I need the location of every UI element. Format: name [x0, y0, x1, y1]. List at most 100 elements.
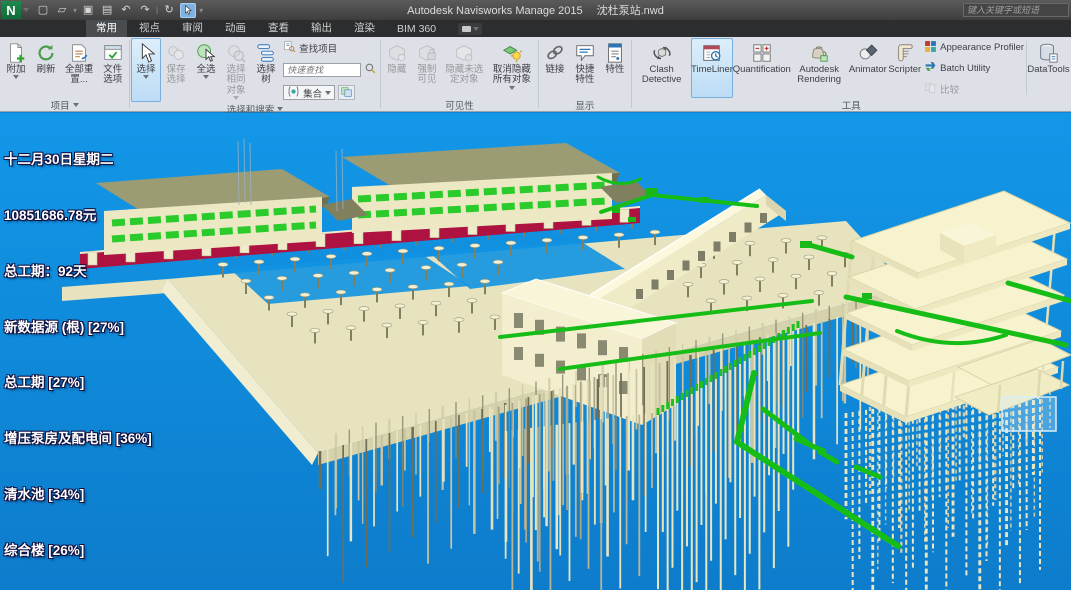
clash-detective-icon: [651, 40, 673, 64]
title-bar: N ▢ ▱ ▾ ▣ ▤ ↶ ↷ | ↻ ▾ Autodesk Naviswork…: [0, 0, 1071, 20]
tab-view[interactable]: 查看: [258, 18, 299, 37]
refresh-button[interactable]: 刷新: [31, 38, 61, 98]
timeliner-icon: [701, 40, 723, 64]
timeliner-label: TimeLiner: [691, 65, 733, 75]
navisworks-logo: N: [6, 3, 15, 18]
append-button[interactable]: 附加: [1, 38, 31, 98]
group-label-tools: 工具: [632, 98, 1071, 111]
select-all-button[interactable]: 全选: [191, 38, 221, 102]
hide-unselected-icon: [453, 40, 475, 64]
hide-unselected-label: 隐藏未选定对象: [445, 65, 484, 86]
group-label-display: 显示: [539, 98, 631, 111]
group-label-project[interactable]: 项目: [0, 98, 129, 111]
reset-all-button[interactable]: 全部重置...: [61, 38, 97, 98]
qat-customize-arrow-icon[interactable]: ▾: [199, 6, 203, 15]
refresh-qat-icon[interactable]: ↻: [161, 3, 177, 18]
unhide-all-label: 取消隐藏所有对象: [490, 65, 534, 86]
quantification-button[interactable]: Quantification: [733, 38, 790, 98]
overlay-task: 总工期 [27%]: [4, 374, 250, 393]
clash-detective-button[interactable]: Clash Detective: [633, 38, 691, 98]
scripter-icon: [894, 40, 916, 64]
ribbon-group-display: 链接 快捷特性 特性 显示: [539, 37, 631, 111]
save-selection-button: 保存选择: [161, 38, 191, 102]
selection-tree-label: 选择树: [254, 65, 278, 86]
tab-bim360[interactable]: BIM 360: [387, 21, 446, 37]
datatools-button[interactable]: DataTools: [1027, 38, 1070, 98]
tab-render[interactable]: 渲染: [344, 18, 385, 37]
append-arrow-icon: [13, 75, 19, 79]
quick-access-toolbar: ▢ ▱ ▾ ▣ ▤ ↶ ↷ | ↻ ▾: [35, 3, 203, 18]
compare-button: 比较: [924, 81, 1024, 96]
animator-button[interactable]: Animator: [848, 38, 887, 98]
select-all-icon: [195, 40, 217, 64]
open-file-icon[interactable]: ▱: [54, 3, 70, 18]
properties-button[interactable]: 特性: [600, 38, 630, 98]
scripter-button[interactable]: Scripter: [887, 38, 922, 98]
overlay-cost: 10851686.78元: [4, 207, 250, 226]
find-items-label: 查找项目: [299, 41, 337, 55]
help-search-input[interactable]: [963, 3, 1069, 17]
file-options-icon: [102, 40, 124, 64]
overlay-date: 十二月30日星期二: [4, 151, 250, 170]
application-menu-button[interactable]: N: [1, 1, 21, 19]
timeliner-button[interactable]: TimeLiner: [691, 38, 734, 98]
tab-viewpoint[interactable]: 视点: [129, 18, 170, 37]
quick-find-search-icon[interactable]: [364, 62, 377, 78]
print-icon[interactable]: ▤: [99, 3, 115, 18]
batch-utility-label: Batch Utility: [940, 63, 990, 74]
append-label: 附加: [6, 65, 25, 75]
select-button[interactable]: 选择: [131, 38, 161, 102]
select-label: 选择: [137, 65, 156, 75]
autodesk-rendering-label: Autodesk Rendering: [793, 65, 845, 86]
glass-box[interactable]: [1002, 397, 1056, 431]
save-icon[interactable]: ▣: [80, 3, 96, 18]
reset-all-icon: [68, 40, 90, 64]
file-options-button[interactable]: 文件选项: [97, 38, 128, 98]
appearance-profiler-label: Appearance Profiler: [940, 42, 1024, 53]
select-same-label: 选择相同对象: [224, 65, 248, 96]
unhide-all-button[interactable]: 取消隐藏所有对象: [487, 38, 537, 98]
clash-detective-label: Clash Detective: [636, 65, 688, 86]
unhide-all-icon: [501, 40, 523, 64]
qat-dropdown-arrow-icon[interactable]: ▾: [73, 6, 77, 15]
appearance-profiler-button[interactable]: Appearance Profiler: [924, 40, 1024, 55]
select-cursor-icon[interactable]: [180, 3, 196, 18]
hide-icon: [386, 40, 408, 64]
require-icon: [416, 40, 438, 64]
redo-icon[interactable]: ↷: [137, 3, 153, 18]
sets-manage-button[interactable]: [338, 85, 355, 100]
new-file-icon[interactable]: ▢: [35, 3, 51, 18]
sets-label: 集合: [303, 86, 322, 100]
refresh-label: 刷新: [36, 65, 55, 75]
media-tools-icon[interactable]: [458, 23, 482, 35]
tab-output[interactable]: 输出: [301, 18, 342, 37]
selection-tree-button[interactable]: 选择树: [251, 38, 281, 102]
undo-icon[interactable]: ↶: [118, 3, 134, 18]
require-label: 强制可见: [415, 65, 439, 86]
app-menu-arrow-icon[interactable]: [23, 8, 29, 12]
overlay-task: 清水池 [34%]: [4, 486, 250, 505]
find-items-button[interactable]: 查找项目: [283, 40, 377, 55]
tab-review[interactable]: 审阅: [172, 18, 213, 37]
autodesk-rendering-icon: [808, 40, 830, 64]
autodesk-rendering-button[interactable]: Autodesk Rendering: [790, 38, 848, 98]
compare-icon: [924, 81, 937, 97]
datatools-label: DataTools: [1027, 65, 1069, 75]
properties-label: 特性: [605, 65, 624, 75]
tab-animation[interactable]: 动画: [215, 18, 256, 37]
save-selection-icon: [165, 40, 187, 64]
links-label: 链接: [545, 65, 564, 75]
links-button[interactable]: 链接: [540, 38, 570, 98]
navisworks-window: N ▢ ▱ ▾ ▣ ▤ ↶ ↷ | ↻ ▾ Autodesk Naviswork…: [0, 0, 1071, 590]
viewport-3d[interactable]: 十二月30日星期二 10851686.78元 总工期：92天 新数据源 (根) …: [0, 113, 1071, 590]
quantification-label: Quantification: [733, 65, 791, 75]
tab-home[interactable]: 常用: [86, 18, 127, 37]
batch-utility-icon: [924, 60, 937, 76]
quick-properties-button[interactable]: 快捷特性: [570, 38, 600, 98]
sets-dropdown[interactable]: 集合: [283, 85, 335, 100]
quick-find-input[interactable]: [283, 63, 361, 77]
batch-utility-button[interactable]: Batch Utility: [924, 61, 1024, 76]
overlay-task: 新数据源 (根) [27%]: [4, 319, 250, 338]
unhide-all-arrow-icon: [509, 86, 515, 90]
animator-icon: [857, 40, 879, 64]
